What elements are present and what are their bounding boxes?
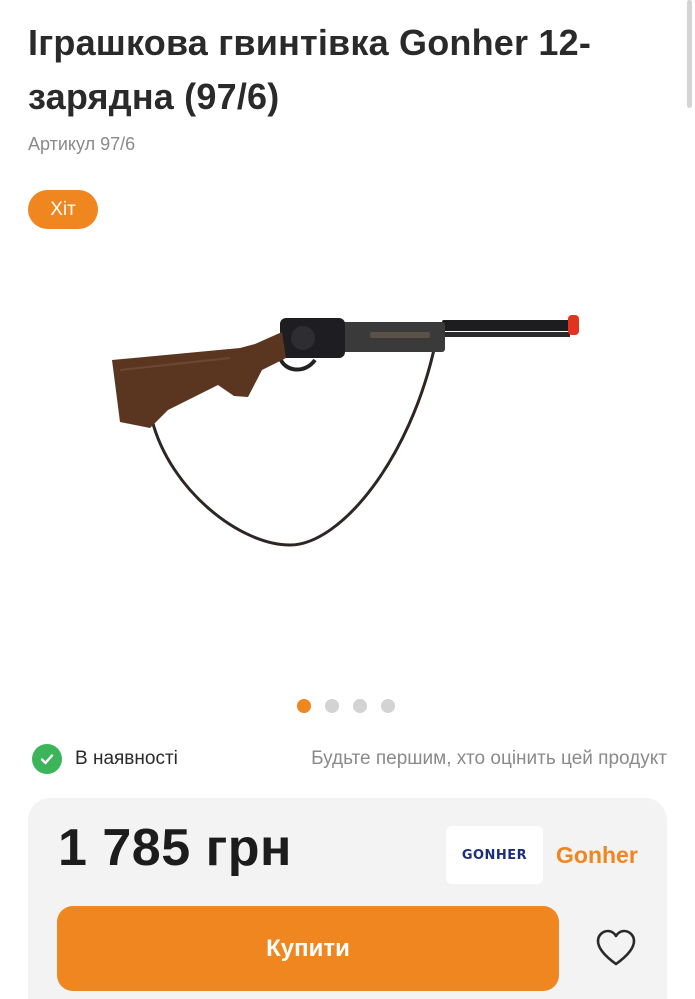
brand-logo-text: GONHER [461, 847, 528, 863]
availability-label: В наявності [75, 748, 178, 769]
purchase-card: 1 785 грн GONHER Gonher Купити [28, 798, 667, 999]
brand-logo[interactable]: GONHER [446, 826, 543, 884]
availability-status: В наявності [32, 744, 178, 774]
product-title: Іграшкова гвинтівка Gonher 12-зарядна (9… [28, 22, 592, 117]
gallery-dot-2[interactable] [325, 699, 339, 713]
gallery-dot-4[interactable] [381, 699, 395, 713]
check-icon [32, 744, 62, 774]
product-price: 1 785 грн [58, 819, 292, 877]
gallery-dot-1[interactable] [297, 699, 311, 713]
gallery-pagination [297, 699, 395, 713]
sku-label: Артикул 97/6 [28, 134, 136, 154]
buy-button[interactable]: Купити [57, 906, 559, 991]
product-sku: Артикул 97/6 [28, 134, 135, 155]
rifle-image [112, 315, 579, 547]
page-scrollbar[interactable] [687, 0, 692, 108]
hit-badge: Хіт [28, 190, 98, 229]
product-image[interactable] [90, 290, 600, 560]
brand-name-link[interactable]: Gonher [556, 842, 638, 869]
rate-product-link[interactable]: Будьте першим, хто оцінить цей продукт [311, 748, 667, 770]
gallery-dot-3[interactable] [353, 699, 367, 713]
heart-icon[interactable] [594, 928, 638, 968]
